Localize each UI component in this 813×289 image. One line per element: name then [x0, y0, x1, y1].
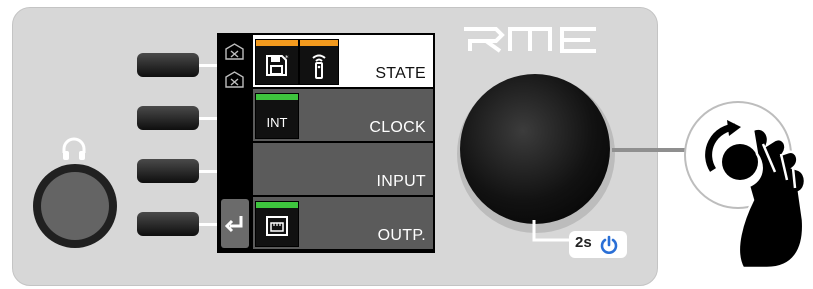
knob-callout-line: [532, 220, 570, 242]
disabled-box-icon: [225, 43, 244, 60]
display-sidebar: [217, 33, 251, 253]
save-state-tile[interactable]: *: [255, 39, 299, 85]
power-icon: [600, 235, 618, 254]
headphone-jack-socket: [41, 172, 109, 240]
clock-source-text: INT: [266, 115, 288, 130]
lcd-display: * STATE INT CLOCK INPUT OUTP.: [217, 33, 435, 253]
tile-status-bar: [300, 40, 338, 46]
menu-row-input[interactable]: INPUT: [253, 143, 433, 195]
remote-icon: [312, 54, 326, 79]
row-label-state: STATE: [375, 65, 426, 82]
row-label-clock: CLOCK: [369, 119, 426, 136]
hold-duration-text: 2s: [575, 234, 592, 251]
tile-status-bar: [256, 40, 298, 46]
hw-button-2[interactable]: [137, 106, 199, 130]
remote-tile[interactable]: [299, 39, 339, 85]
headphones-icon: [62, 137, 86, 160]
svg-text:*: *: [285, 54, 289, 62]
menu-row-state[interactable]: * STATE: [253, 35, 433, 87]
rotary-knob[interactable]: [460, 74, 610, 224]
hw-button-4[interactable]: [137, 212, 199, 236]
hold-power-label: 2s: [569, 231, 627, 258]
back-button[interactable]: [221, 199, 249, 248]
menu-row-clock[interactable]: INT CLOCK: [253, 89, 433, 141]
hw-button-3[interactable]: [137, 159, 199, 183]
network-icon: [266, 216, 288, 236]
save-icon: *: [266, 54, 289, 76]
row-label-input: INPUT: [376, 173, 426, 190]
tile-status-bar: [256, 202, 298, 208]
gesture-callout-line: [612, 148, 692, 152]
network-tile[interactable]: [255, 201, 299, 247]
menu-row-output[interactable]: OUTP.: [253, 197, 433, 249]
disabled-box-icon: [225, 71, 244, 88]
back-arrow-icon: [224, 216, 243, 233]
clock-source-tile[interactable]: INT: [255, 93, 299, 139]
tile-status-bar: [256, 94, 298, 100]
row-label-output: OUTP.: [377, 227, 426, 244]
brand-logo: [464, 27, 596, 53]
hand-rotate-knob-icon: [684, 101, 807, 270]
hw-button-1[interactable]: [137, 53, 199, 77]
